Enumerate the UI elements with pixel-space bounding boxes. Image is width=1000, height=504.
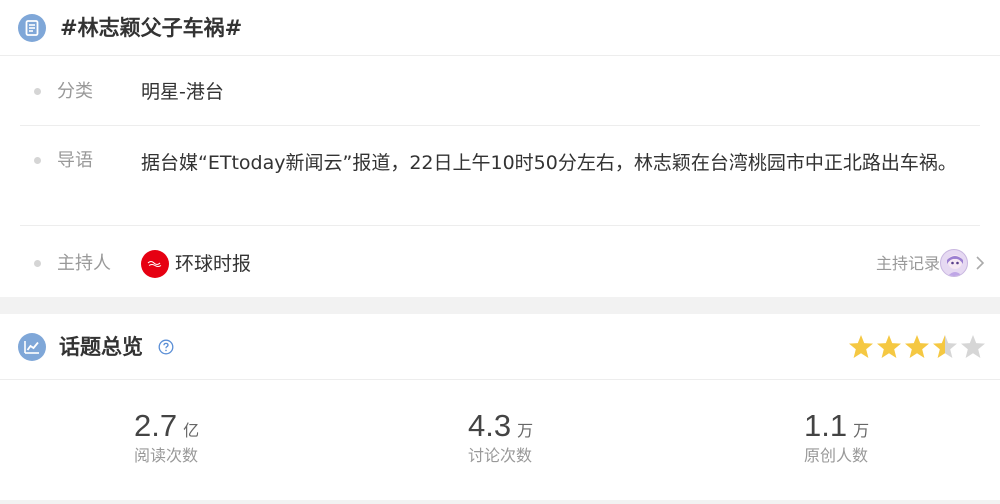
chevron-right-icon[interactable] xyxy=(972,255,988,271)
stat-label: 原创人数 xyxy=(804,446,869,465)
star-empty-icon xyxy=(961,335,985,358)
intro-text: 据台媒“ETtoday新闻云”报道，22日上午10时50分左右，林志颖在台湾桃园… xyxy=(141,152,957,174)
overview-title: 话题总览 xyxy=(59,335,143,359)
topic-info-card: #林志颖父子车祸# 分类 明星-港台 导语 据台媒“ETtoday新闻云”报道，… xyxy=(0,0,1000,297)
bullet-dot xyxy=(34,260,41,267)
host-row: 主持人 环球时报 主持记录 xyxy=(20,226,985,297)
host-label: 主持人 xyxy=(57,253,111,274)
stat-label: 讨论次数 xyxy=(468,446,533,465)
stat-original-count: 1.1 万 原创人数 xyxy=(804,408,1000,470)
stat-unit: 万 xyxy=(853,421,870,440)
stat-value: 2.7 xyxy=(134,408,178,443)
stat-unit: 亿 xyxy=(183,421,200,440)
topic-overview-card: 话题总览 2.7 亿 阅读次数 4.3 万 讨论次数 1.1 万 原创人数 xyxy=(0,314,1000,500)
stat-unit: 万 xyxy=(517,421,534,440)
topic-header: #林志颖父子车祸# xyxy=(0,0,1000,56)
stat-value: 1.1 xyxy=(804,408,848,443)
category-value[interactable]: 明星-港台 xyxy=(141,79,224,105)
chart-trend-icon xyxy=(18,333,46,361)
overview-header: 话题总览 xyxy=(0,314,1000,380)
stat-discuss-count: 4.3 万 讨论次数 xyxy=(468,408,668,470)
host-avatar[interactable] xyxy=(141,250,169,278)
category-label: 分类 xyxy=(57,81,93,102)
category-row: 分类 明星-港台 xyxy=(20,57,980,126)
document-list-icon xyxy=(18,14,46,42)
stat-value: 4.3 xyxy=(468,408,512,443)
host-name[interactable]: 环球时报 xyxy=(175,251,251,277)
intro-label: 导语 xyxy=(57,150,93,171)
host-record-avatar[interactable] xyxy=(940,249,968,277)
star-icon xyxy=(877,335,901,358)
star-icon xyxy=(849,335,873,358)
intro-row: 导语 据台媒“ETtoday新闻云”报道，22日上午10时50分左右，林志颖在台… xyxy=(20,126,980,226)
stat-label: 阅读次数 xyxy=(134,446,199,465)
star-half-icon xyxy=(933,335,957,358)
bullet-dot xyxy=(34,157,41,164)
rating-stars xyxy=(849,335,985,358)
question-circle-icon[interactable] xyxy=(158,339,174,355)
host-record-link[interactable]: 主持记录 xyxy=(876,253,940,275)
bullet-dot xyxy=(34,88,41,95)
star-icon xyxy=(905,335,929,358)
topic-title: #林志颖父子车祸# xyxy=(60,16,243,40)
stat-read-count: 2.7 亿 阅读次数 xyxy=(134,408,334,470)
